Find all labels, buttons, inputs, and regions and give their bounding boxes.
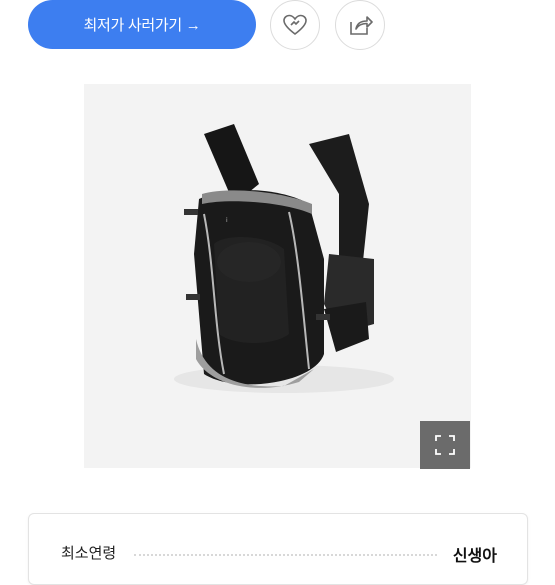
min-age-value: 신생아 <box>452 546 497 565</box>
like-button[interactable] <box>270 0 320 50</box>
expand-icon <box>435 435 455 455</box>
baby-carrier-illustration: i <box>174 124 394 393</box>
min-age-label: 최소연령 <box>61 544 117 562</box>
share-button[interactable] <box>335 0 385 50</box>
buy-lowest-price-label: 최저가 사러가기 → <box>83 17 201 34</box>
buy-lowest-price-button[interactable]: 최저가 사러가기 → <box>28 0 256 49</box>
share-icon <box>350 16 373 35</box>
heart-icon <box>283 14 307 36</box>
product-info-card: 최소연령 신생아 <box>28 513 528 585</box>
expand-image-button[interactable] <box>420 421 470 469</box>
product-image[interactable]: i <box>84 84 471 468</box>
dotted-divider <box>134 554 437 556</box>
